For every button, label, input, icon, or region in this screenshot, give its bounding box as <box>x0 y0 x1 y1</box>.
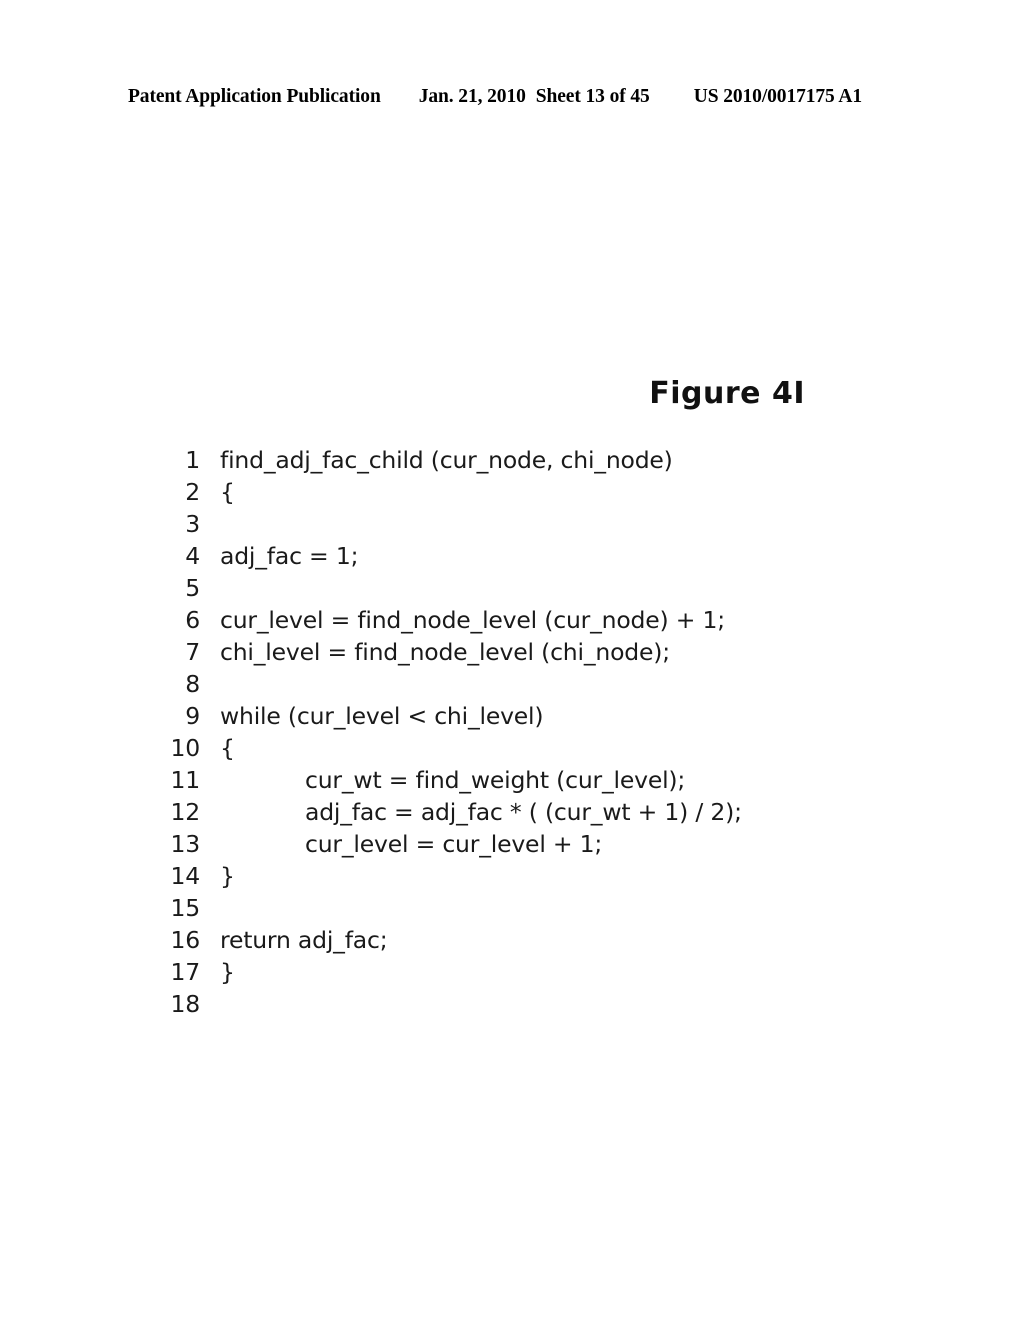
code-line: 17} <box>156 956 956 988</box>
code-line-number: 9 <box>185 702 200 730</box>
code-line-text: cur_level = cur_level + 1; <box>305 830 603 858</box>
header-document-number: US 2010/0017175 A1 <box>693 86 863 107</box>
code-line: 6 cur_level = find_node_level (cur_node) … <box>156 604 956 636</box>
code-line-number: 18 <box>170 990 200 1018</box>
code-line-number: 14 <box>170 862 200 890</box>
header-publication-label: Patent Application Publication <box>128 86 381 107</box>
patent-page: Patent Application Publication Jan. 21, … <box>0 0 1024 1320</box>
code-line-text: cur_level = find_node_level (cur_node) +… <box>220 606 725 634</box>
page-running-header: Patent Application Publication Jan. 21, … <box>128 86 896 110</box>
figure-title: Figure 4I <box>649 376 805 411</box>
code-line: 3 <box>156 508 956 540</box>
code-line-text: adj_fac = 1; <box>220 542 359 570</box>
code-line-number: 2 <box>185 478 200 506</box>
code-line: 2{ <box>156 476 956 508</box>
code-line: 5 <box>156 572 956 604</box>
code-line-text: { <box>220 478 235 506</box>
code-line-number: 16 <box>170 926 200 954</box>
code-line: 13 cur_level = cur_level + 1; <box>156 828 956 860</box>
code-line: 9 while (cur_level < chi_level) <box>156 700 956 732</box>
code-line: 1 find_adj_fac_child (cur_node, chi_node) <box>156 444 956 476</box>
code-line-number: 15 <box>170 894 200 922</box>
code-line-number: 17 <box>170 958 200 986</box>
code-line-number: 11 <box>170 766 200 794</box>
code-line-text: cur_wt = find_weight (cur_level); <box>305 766 686 794</box>
code-line-text: while (cur_level < chi_level) <box>220 702 544 730</box>
code-line-number: 8 <box>185 670 200 698</box>
code-line: 12 adj_fac = adj_fac * ( (cur_wt + 1) / 2… <box>156 796 956 828</box>
code-line-text: } <box>220 862 235 890</box>
code-line: 4 adj_fac = 1; <box>156 540 956 572</box>
code-line-text: } <box>220 958 235 986</box>
code-line: 18 <box>156 988 956 1020</box>
header-date: Jan. 21, 2010 <box>418 86 526 107</box>
code-line-text: return adj_fac; <box>220 926 388 954</box>
code-line: 16 return adj_fac; <box>156 924 956 956</box>
code-line: 15 <box>156 892 956 924</box>
code-line-text: chi_level = find_node_level (chi_node); <box>220 638 670 666</box>
code-line-number: 7 <box>185 638 200 666</box>
code-line: 14} <box>156 860 956 892</box>
code-line-number: 13 <box>170 830 200 858</box>
code-line-number: 6 <box>185 606 200 634</box>
code-line-number: 3 <box>185 510 200 538</box>
header-sheet-number: Sheet 13 of 45 <box>535 86 650 107</box>
code-line-number: 1 <box>185 446 200 474</box>
code-line-number: 10 <box>170 734 200 762</box>
code-line: 10 { <box>156 732 956 764</box>
code-line-text: { <box>220 734 235 762</box>
code-line: 11 cur_wt = find_weight (cur_level); <box>156 764 956 796</box>
code-line-number: 5 <box>185 574 200 602</box>
code-line: 8 <box>156 668 956 700</box>
code-line: 7 chi_level = find_node_level (chi_node); <box>156 636 956 668</box>
code-line-text: adj_fac = adj_fac * ( (cur_wt + 1) / 2); <box>305 798 742 826</box>
code-line-number: 12 <box>170 798 200 826</box>
code-line-number: 4 <box>185 542 200 570</box>
code-line-text: find_adj_fac_child (cur_node, chi_node) <box>220 446 673 474</box>
code-listing: 1 find_adj_fac_child (cur_node, chi_node)… <box>156 444 956 1020</box>
